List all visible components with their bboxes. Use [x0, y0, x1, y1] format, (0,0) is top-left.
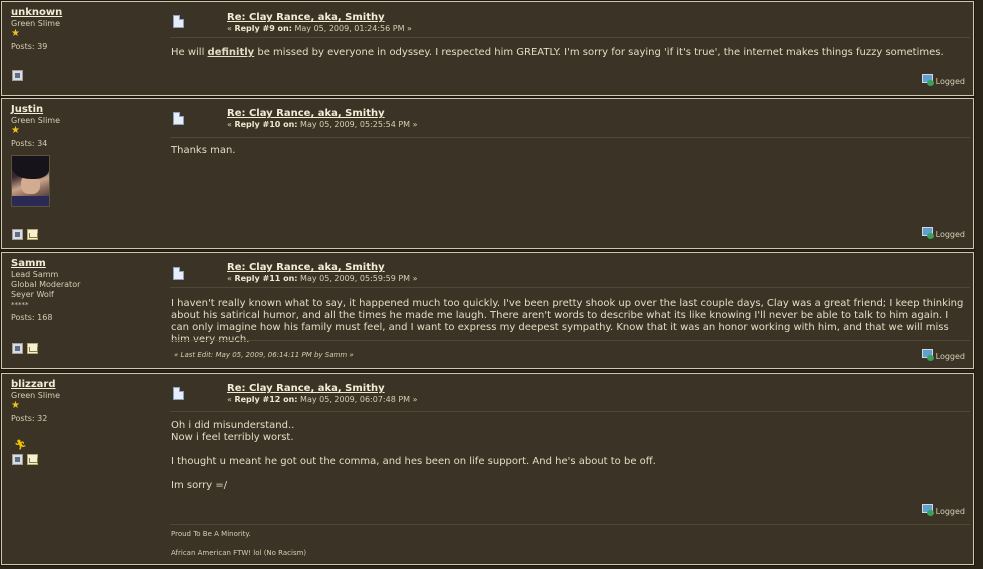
body-line: Im sorry =/	[171, 480, 228, 491]
member-group: Global Moderator	[11, 280, 81, 289]
body-line: I thought u meant he got out the comma, …	[171, 456, 656, 467]
email-icon[interactable]	[27, 229, 38, 240]
logged-label: Logged	[935, 77, 965, 86]
profile-icon[interactable]	[12, 454, 23, 465]
body-line: Now i feel terribly worst.	[171, 432, 294, 443]
post-body: Oh i did misunderstand.. Now i feel terr…	[171, 420, 966, 492]
poster-info: unknown Green Slime ★ Posts: 39	[11, 8, 161, 52]
post-count: Posts: 168	[11, 313, 53, 322]
divider	[170, 137, 970, 138]
poster-icons	[12, 70, 23, 81]
reply-date: May 05, 2009, 06:07:48 PM »	[297, 395, 418, 404]
online-status-icon: 🏃︎	[14, 440, 27, 451]
poster-name-link[interactable]: unknown	[11, 8, 161, 18]
member-group: Green Slime	[11, 116, 61, 125]
body-gap	[171, 444, 966, 456]
signature: Proud To Be A Minority. African American…	[171, 530, 306, 558]
reply-number: Reply #11 on:	[234, 274, 298, 283]
body-line: Oh i did misunderstand..	[171, 420, 295, 431]
post-count: Posts: 39	[11, 42, 48, 51]
signature-divider	[170, 524, 970, 525]
rank-star-icon: ★	[11, 28, 20, 39]
divider	[170, 340, 970, 341]
profile-icon[interactable]	[12, 70, 23, 81]
rank-stars: *****	[11, 301, 29, 309]
reply-date: May 05, 2009, 05:25:54 PM »	[297, 120, 418, 129]
rank-star-icon: ★	[11, 125, 20, 136]
email-icon[interactable]	[27, 454, 38, 465]
post-meta: « Reply #11 on: May 05, 2009, 05:59:59 P…	[227, 274, 418, 283]
reply-date: May 05, 2009, 01:24:56 PM »	[291, 24, 412, 33]
post-subject-link[interactable]: Re: Clay Rance, aka, Smithy	[227, 12, 385, 23]
body-gap	[171, 468, 966, 480]
divider	[170, 411, 970, 412]
body-text: I haven't really known what to say, it h…	[171, 298, 964, 345]
poster-info: Justin Green Slime ★ Posts: 34	[11, 105, 161, 207]
post-subject-link[interactable]: Re: Clay Rance, aka, Smithy	[227, 262, 385, 273]
post-reply-9: unknown Green Slime ★ Posts: 39 Re: Clay…	[0, 0, 975, 97]
logged-icon	[921, 504, 934, 516]
poster-name-link[interactable]: Justin	[11, 105, 161, 115]
avatar	[11, 155, 50, 207]
post-icon	[173, 267, 184, 280]
logged-label: Logged	[935, 507, 965, 516]
reply-number: Reply #10 on:	[234, 120, 298, 129]
poster-icons	[12, 343, 38, 354]
post-count: Posts: 32	[11, 414, 48, 423]
poster-icons	[12, 229, 38, 240]
reply-date: May 05, 2009, 05:59:59 PM »	[297, 274, 418, 283]
post-icon	[173, 15, 184, 28]
poster-name-link[interactable]: blizzard	[11, 380, 161, 390]
reply-number: Reply #12 on:	[234, 395, 298, 404]
post-subject-link[interactable]: Re: Clay Rance, aka, Smithy	[227, 108, 385, 119]
post-meta: « Reply #10 on: May 05, 2009, 05:25:54 P…	[227, 120, 418, 129]
poster-name-link[interactable]: Samm	[11, 259, 161, 269]
logged-icon	[921, 227, 934, 239]
last-edit-note: « Last Edit: May 05, 2009, 06:14:11 PM b…	[174, 351, 354, 359]
post-reply-11: Samm Lead Samm Global Moderator Seyer Wo…	[0, 251, 975, 370]
logged-icon	[921, 74, 934, 86]
logged-icon	[921, 349, 934, 361]
profile-icon[interactable]	[12, 343, 23, 354]
body-text: Thanks man.	[171, 145, 236, 156]
member-subtitle: Seyer Wolf	[11, 290, 54, 299]
post-meta: « Reply #12 on: May 05, 2009, 06:07:48 P…	[227, 395, 418, 404]
post-body: I haven't really known what to say, it h…	[171, 298, 966, 346]
logged-label: Logged	[935, 352, 965, 361]
member-group: Green Slime	[11, 19, 61, 28]
logged-indicator: Logged	[921, 349, 965, 361]
logged-indicator: Logged	[921, 74, 965, 86]
post-meta: « Reply #9 on: May 05, 2009, 01:24:56 PM…	[227, 24, 412, 33]
email-icon[interactable]	[27, 343, 38, 354]
poster-info: Samm Lead Samm Global Moderator Seyer Wo…	[11, 259, 161, 323]
divider	[170, 37, 970, 38]
rank-star-icon: ★	[11, 400, 20, 411]
body-text-rest: be missed by everyone in odyssey. I resp…	[254, 47, 944, 58]
signature-gap	[171, 539, 306, 549]
reply-number: Reply #9 on:	[234, 24, 292, 33]
member-group: Green Slime	[11, 391, 61, 400]
logged-label: Logged	[935, 230, 965, 239]
post-icon	[173, 387, 184, 400]
post-reply-12: blizzard Green Slime ★ Posts: 32 🏃︎ Re: …	[0, 372, 975, 566]
poster-info: blizzard Green Slime ★ Posts: 32	[11, 380, 161, 424]
signature-line: African American FTW! lol (No Racism)	[171, 549, 307, 557]
logged-indicator: Logged	[921, 227, 965, 239]
body-text: He will	[171, 47, 208, 58]
avatar-hair	[12, 156, 49, 179]
divider	[170, 287, 970, 288]
post-icon	[173, 112, 184, 125]
logged-indicator: Logged	[921, 504, 965, 516]
post-subject-link[interactable]: Re: Clay Rance, aka, Smithy	[227, 383, 385, 394]
poster-icons	[12, 454, 38, 465]
member-title: Lead Samm	[11, 270, 59, 279]
post-count: Posts: 34	[11, 139, 48, 148]
avatar-shirt	[12, 196, 49, 206]
body-emphasis: definitly	[207, 47, 255, 58]
signature-line: Proud To Be A Minority.	[171, 530, 251, 538]
post-body: Thanks man.	[171, 145, 966, 157]
profile-icon[interactable]	[12, 229, 23, 240]
post-body: He will definitly be missed by everyone …	[171, 47, 966, 59]
post-reply-10: Justin Green Slime ★ Posts: 34 Re: Clay …	[0, 97, 975, 250]
